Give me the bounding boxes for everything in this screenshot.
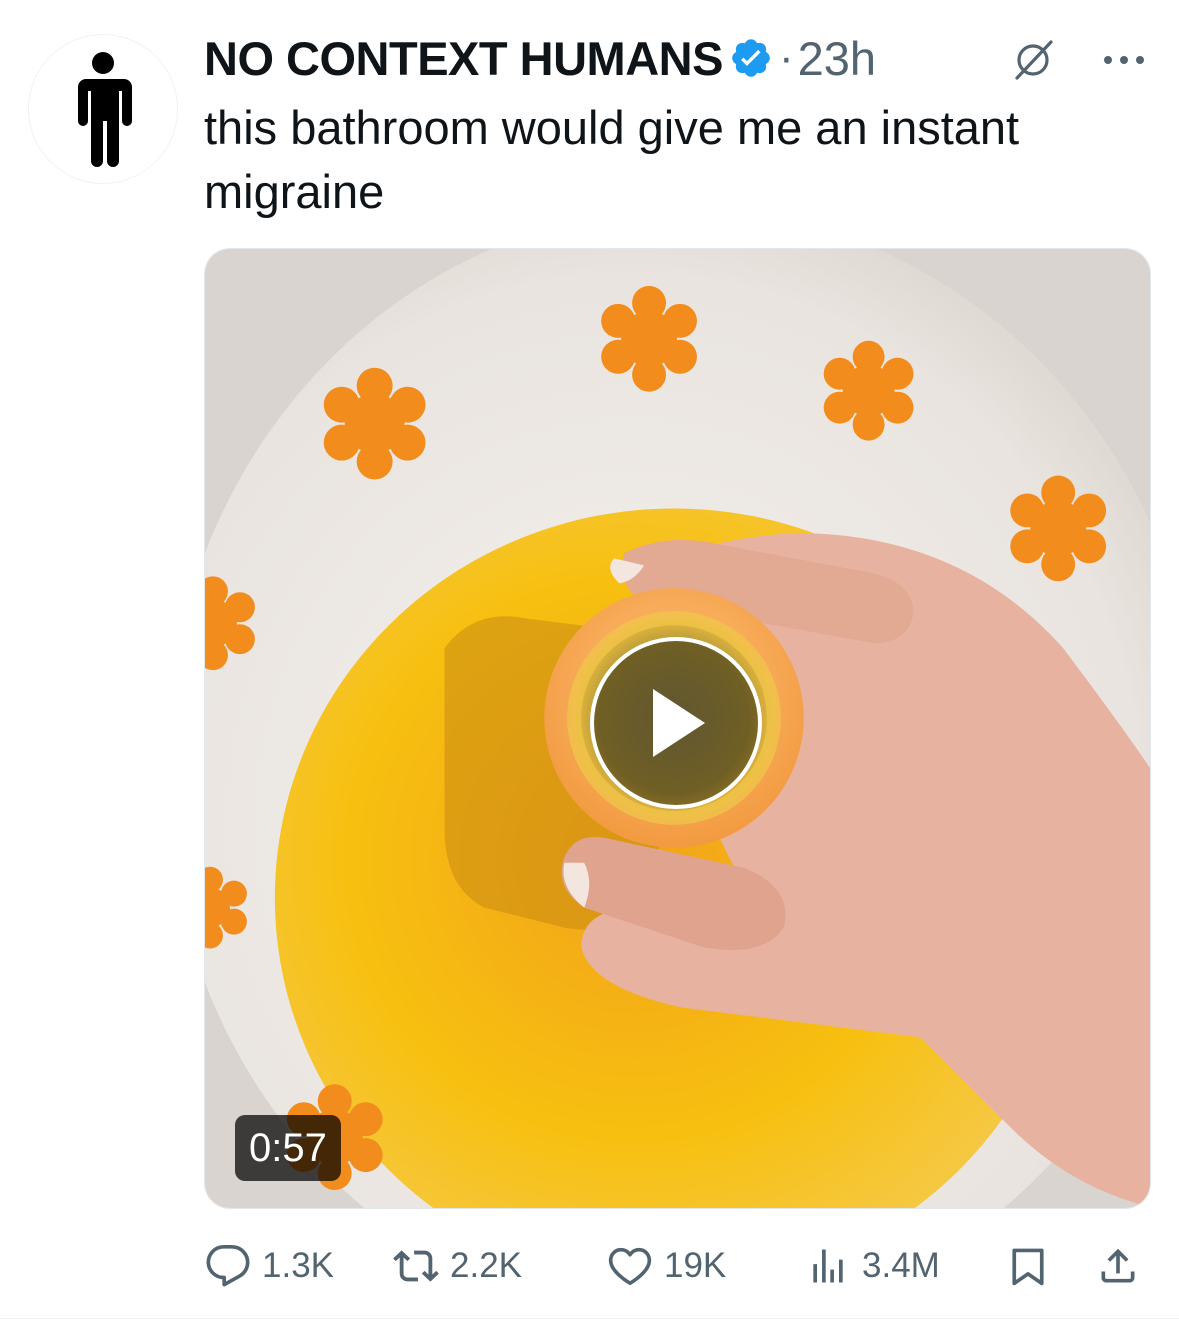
reply-button[interactable]: 1.3K (204, 1234, 334, 1298)
bookmark-button[interactable] (1004, 1234, 1062, 1298)
more-button[interactable] (1099, 36, 1149, 84)
play-icon (653, 689, 705, 757)
views-button[interactable]: 3.4M (804, 1234, 940, 1298)
like-icon (606, 1242, 654, 1290)
tweet-text: this bathroom would give me an instant m… (204, 101, 1020, 218)
video-player[interactable]: 0:57 (204, 248, 1151, 1209)
grok-icon (1015, 40, 1053, 80)
views-count: 3.4M (862, 1246, 940, 1285)
play-button[interactable] (590, 637, 762, 809)
person-avatar-icon (78, 52, 132, 167)
like-count: 19K (664, 1246, 727, 1285)
share-button[interactable] (1094, 1234, 1152, 1298)
more-icon (1104, 56, 1144, 64)
repost-button[interactable]: 2.2K (392, 1234, 522, 1298)
video-duration-badge: 0:57 (235, 1115, 341, 1181)
reply-icon (204, 1242, 252, 1290)
tweet-header: NO CONTEXT HUMANS · 23h (204, 28, 1149, 88)
like-button[interactable]: 19K (606, 1234, 726, 1298)
verified-badge-icon[interactable] (729, 36, 773, 80)
separator-dot: · (778, 33, 794, 82)
divider (0, 1318, 1179, 1319)
grok-button[interactable] (1009, 36, 1057, 84)
action-bar: 1.3K 2.2K 19K 3.4M (204, 1234, 1151, 1298)
share-icon (1094, 1242, 1142, 1290)
bookmark-icon (1004, 1242, 1052, 1290)
views-icon (804, 1242, 852, 1290)
repost-icon (392, 1242, 440, 1290)
timestamp[interactable]: 23h (798, 31, 876, 86)
repost-count: 2.2K (450, 1246, 522, 1285)
author-name[interactable]: NO CONTEXT HUMANS (204, 31, 723, 86)
reply-count: 1.3K (262, 1246, 334, 1285)
avatar[interactable] (28, 34, 178, 184)
